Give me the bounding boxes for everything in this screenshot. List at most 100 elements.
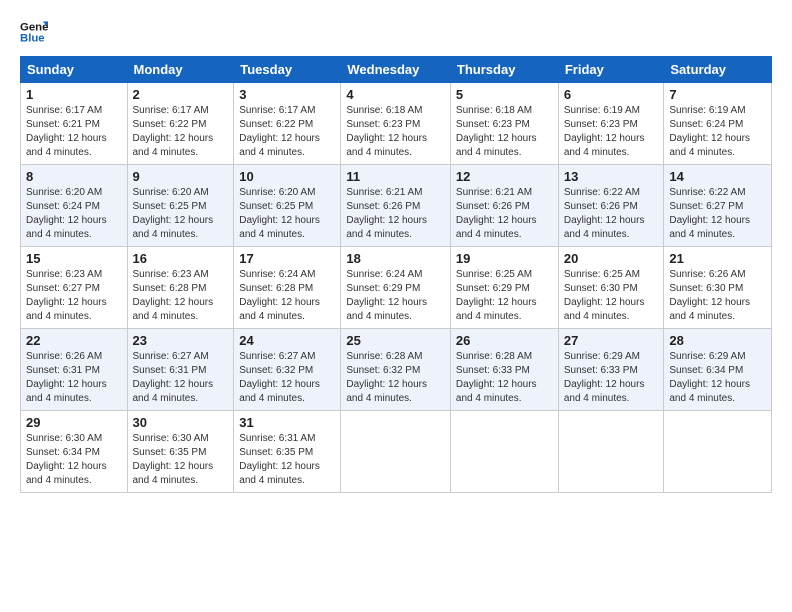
- day-info: Sunrise: 6:19 AMSunset: 6:24 PMDaylight:…: [669, 104, 766, 160]
- day-number: 16: [133, 251, 229, 266]
- calendar-cell: 28Sunrise: 6:29 AMSunset: 6:34 PMDayligh…: [664, 329, 772, 411]
- col-header-monday: Monday: [127, 57, 234, 83]
- calendar-cell: 11 Sunrise: 6:21 AMSunset: 6:26 PMDayligh…: [341, 165, 451, 247]
- calendar-cell: 16 Sunrise: 6:23 AMSunset: 6:28 PMDayligh…: [127, 247, 234, 329]
- calendar-cell: [664, 411, 772, 493]
- week-row-4: 22 Sunrise: 6:26 AMSunset: 6:31 PMDayligh…: [21, 329, 772, 411]
- calendar-cell: 30 Sunrise: 6:30 AMSunset: 6:35 PMDayligh…: [127, 411, 234, 493]
- calendar-cell: 4 Sunrise: 6:18 AMSunset: 6:23 PMDaylight…: [341, 83, 451, 165]
- week-row-1: 1 Sunrise: 6:17 AMSunset: 6:21 PMDaylight…: [21, 83, 772, 165]
- day-info: Sunrise: 6:17 AMSunset: 6:22 PMDaylight:…: [133, 104, 229, 160]
- day-number: 18: [346, 251, 445, 266]
- day-number: 29: [26, 415, 122, 430]
- day-number: 6: [564, 87, 659, 102]
- calendar-cell: [450, 411, 558, 493]
- day-number: 30: [133, 415, 229, 430]
- calendar-cell: 19Sunrise: 6:25 AMSunset: 6:29 PMDayligh…: [450, 247, 558, 329]
- calendar-cell: 17 Sunrise: 6:24 AMSunset: 6:28 PMDayligh…: [234, 247, 341, 329]
- calendar-cell: 13 Sunrise: 6:22 AMSunset: 6:26 PMDayligh…: [558, 165, 664, 247]
- col-header-saturday: Saturday: [664, 57, 772, 83]
- day-info: Sunrise: 6:21 AMSunset: 6:26 PMDaylight:…: [456, 186, 553, 242]
- day-number: 21: [669, 251, 766, 266]
- day-number: 15: [26, 251, 122, 266]
- day-number: 9: [133, 169, 229, 184]
- day-info: Sunrise: 6:25 AMSunset: 6:30 PMDaylight:…: [564, 268, 659, 324]
- day-number: 25: [346, 333, 445, 348]
- day-number: 27: [564, 333, 659, 348]
- logo: General Blue: [20, 18, 52, 46]
- day-number: 13: [564, 169, 659, 184]
- day-number: 31: [239, 415, 335, 430]
- calendar-cell: 1 Sunrise: 6:17 AMSunset: 6:21 PMDaylight…: [21, 83, 128, 165]
- day-info: Sunrise: 6:21 AMSunset: 6:26 PMDaylight:…: [346, 186, 445, 242]
- calendar-cell: 21 Sunrise: 6:26 AMSunset: 6:30 PMDayligh…: [664, 247, 772, 329]
- day-info: Sunrise: 6:22 AMSunset: 6:26 PMDaylight:…: [564, 186, 659, 242]
- day-number: 11: [346, 169, 445, 184]
- day-number: 5: [456, 87, 553, 102]
- calendar-cell: 2 Sunrise: 6:17 AMSunset: 6:22 PMDaylight…: [127, 83, 234, 165]
- calendar-table: SundayMondayTuesdayWednesdayThursdayFrid…: [20, 56, 772, 493]
- day-info: Sunrise: 6:19 AMSunset: 6:23 PMDaylight:…: [564, 104, 659, 160]
- day-number: 24: [239, 333, 335, 348]
- day-info: Sunrise: 6:20 AMSunset: 6:25 PMDaylight:…: [133, 186, 229, 242]
- calendar-cell: 5 Sunrise: 6:18 AMSunset: 6:23 PMDaylight…: [450, 83, 558, 165]
- calendar-cell: 10Sunrise: 6:20 AMSunset: 6:25 PMDayligh…: [234, 165, 341, 247]
- col-header-wednesday: Wednesday: [341, 57, 451, 83]
- header-row: SundayMondayTuesdayWednesdayThursdayFrid…: [21, 57, 772, 83]
- col-header-thursday: Thursday: [450, 57, 558, 83]
- day-number: 8: [26, 169, 122, 184]
- calendar-cell: 22 Sunrise: 6:26 AMSunset: 6:31 PMDayligh…: [21, 329, 128, 411]
- calendar-cell: 3Sunrise: 6:17 AMSunset: 6:22 PMDaylight…: [234, 83, 341, 165]
- day-info: Sunrise: 6:18 AMSunset: 6:23 PMDaylight:…: [346, 104, 445, 160]
- day-info: Sunrise: 6:26 AMSunset: 6:30 PMDaylight:…: [669, 268, 766, 324]
- calendar-cell: 25Sunrise: 6:28 AMSunset: 6:32 PMDayligh…: [341, 329, 451, 411]
- day-info: Sunrise: 6:23 AMSunset: 6:27 PMDaylight:…: [26, 268, 122, 324]
- day-info: Sunrise: 6:25 AMSunset: 6:29 PMDaylight:…: [456, 268, 553, 324]
- day-info: Sunrise: 6:18 AMSunset: 6:23 PMDaylight:…: [456, 104, 553, 160]
- calendar-page: General Blue SundayMondayTuesdayWednesda…: [0, 0, 792, 612]
- day-info: Sunrise: 6:29 AMSunset: 6:33 PMDaylight:…: [564, 350, 659, 406]
- calendar-cell: 23Sunrise: 6:27 AMSunset: 6:31 PMDayligh…: [127, 329, 234, 411]
- calendar-cell: 15 Sunrise: 6:23 AMSunset: 6:27 PMDayligh…: [21, 247, 128, 329]
- day-info: Sunrise: 6:20 AMSunset: 6:25 PMDaylight:…: [239, 186, 335, 242]
- day-info: Sunrise: 6:24 AMSunset: 6:28 PMDaylight:…: [239, 268, 335, 324]
- calendar-cell: [558, 411, 664, 493]
- calendar-cell: 14 Sunrise: 6:22 AMSunset: 6:27 PMDayligh…: [664, 165, 772, 247]
- day-info: Sunrise: 6:24 AMSunset: 6:29 PMDaylight:…: [346, 268, 445, 324]
- day-number: 4: [346, 87, 445, 102]
- day-number: 17: [239, 251, 335, 266]
- day-number: 2: [133, 87, 229, 102]
- week-row-3: 15 Sunrise: 6:23 AMSunset: 6:27 PMDayligh…: [21, 247, 772, 329]
- day-info: Sunrise: 6:28 AMSunset: 6:33 PMDaylight:…: [456, 350, 553, 406]
- day-info: Sunrise: 6:30 AMSunset: 6:34 PMDaylight:…: [26, 432, 122, 488]
- day-info: Sunrise: 6:23 AMSunset: 6:28 PMDaylight:…: [133, 268, 229, 324]
- svg-text:Blue: Blue: [20, 33, 45, 45]
- day-info: Sunrise: 6:17 AMSunset: 6:22 PMDaylight:…: [239, 104, 335, 160]
- day-info: Sunrise: 6:22 AMSunset: 6:27 PMDaylight:…: [669, 186, 766, 242]
- calendar-cell: 29 Sunrise: 6:30 AMSunset: 6:34 PMDayligh…: [21, 411, 128, 493]
- header: General Blue: [20, 18, 772, 46]
- logo-icon: General Blue: [20, 18, 48, 46]
- calendar-cell: [341, 411, 451, 493]
- day-number: 22: [26, 333, 122, 348]
- calendar-cell: 27 Sunrise: 6:29 AMSunset: 6:33 PMDayligh…: [558, 329, 664, 411]
- calendar-cell: 20 Sunrise: 6:25 AMSunset: 6:30 PMDayligh…: [558, 247, 664, 329]
- day-number: 20: [564, 251, 659, 266]
- day-number: 7: [669, 87, 766, 102]
- week-row-2: 8 Sunrise: 6:20 AMSunset: 6:24 PMDaylight…: [21, 165, 772, 247]
- day-info: Sunrise: 6:20 AMSunset: 6:24 PMDaylight:…: [26, 186, 122, 242]
- col-header-friday: Friday: [558, 57, 664, 83]
- day-info: Sunrise: 6:27 AMSunset: 6:31 PMDaylight:…: [133, 350, 229, 406]
- day-info: Sunrise: 6:30 AMSunset: 6:35 PMDaylight:…: [133, 432, 229, 488]
- day-info: Sunrise: 6:31 AMSunset: 6:35 PMDaylight:…: [239, 432, 335, 488]
- svg-text:General: General: [20, 21, 48, 33]
- calendar-cell: 26Sunrise: 6:28 AMSunset: 6:33 PMDayligh…: [450, 329, 558, 411]
- week-row-5: 29 Sunrise: 6:30 AMSunset: 6:34 PMDayligh…: [21, 411, 772, 493]
- col-header-tuesday: Tuesday: [234, 57, 341, 83]
- calendar-cell: 9 Sunrise: 6:20 AMSunset: 6:25 PMDaylight…: [127, 165, 234, 247]
- day-number: 1: [26, 87, 122, 102]
- day-number: 14: [669, 169, 766, 184]
- calendar-cell: 6 Sunrise: 6:19 AMSunset: 6:23 PMDaylight…: [558, 83, 664, 165]
- day-info: Sunrise: 6:26 AMSunset: 6:31 PMDaylight:…: [26, 350, 122, 406]
- day-info: Sunrise: 6:17 AMSunset: 6:21 PMDaylight:…: [26, 104, 122, 160]
